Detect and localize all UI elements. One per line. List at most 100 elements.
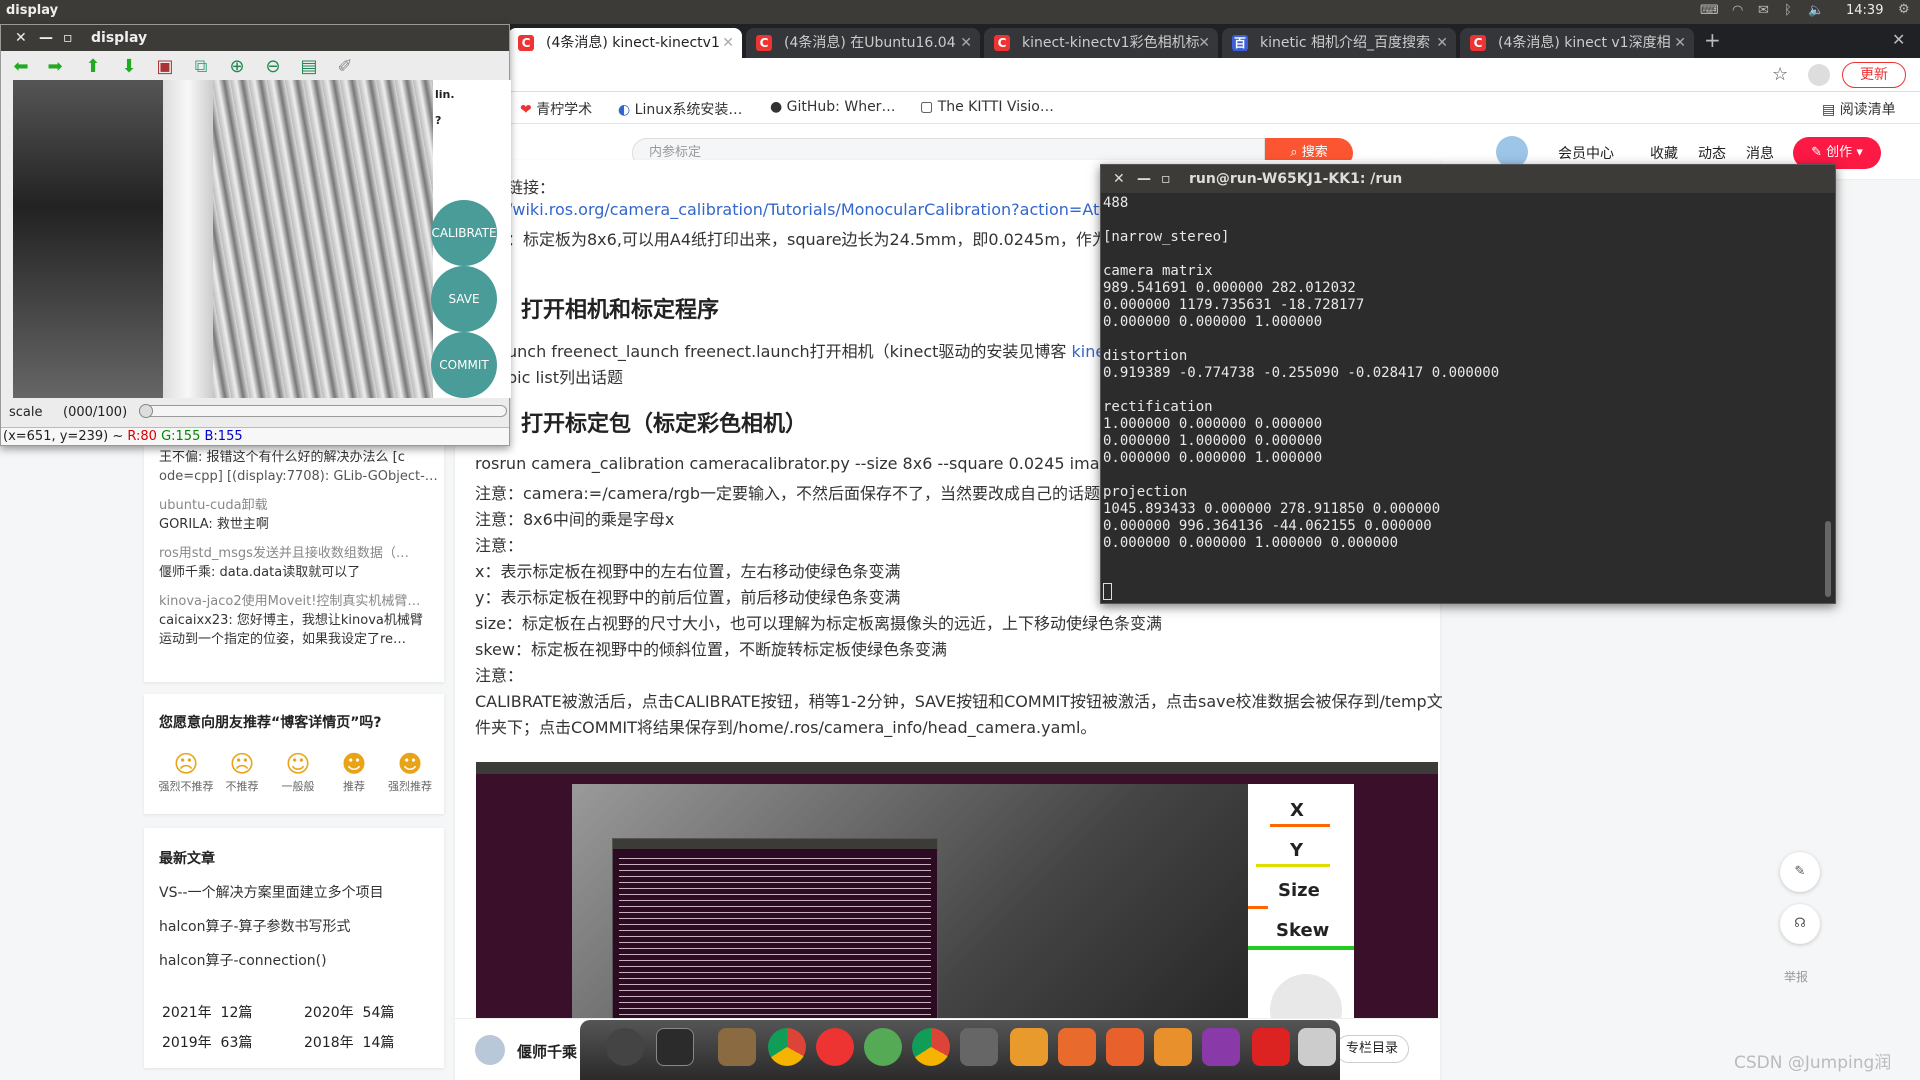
latest-article-link[interactable]: VS--一个解决方案里面建立多个项目 [159,882,384,902]
close-icon[interactable]: ✕ [1198,28,1210,58]
tray-keyboard-icon[interactable]: ⌨ [1700,3,1719,18]
archive-item[interactable]: 2020年 54篇 [304,1002,394,1022]
image-icon[interactable]: ▣ [153,55,177,79]
comment-article[interactable]: ubuntu-cuda卸载 [159,496,439,515]
tray-clock[interactable]: 14:39 [1846,3,1883,18]
tray-volume-icon[interactable]: 🔈 [1808,3,1824,18]
properties-icon[interactable]: ✐ [333,55,357,79]
bookmark-item[interactable]: ◐ Linux系统安装… [618,99,742,119]
rating-option[interactable]: ☻ 强烈推荐 [382,750,438,794]
nav-vip[interactable]: 会员中心 [1558,143,1614,163]
close-icon[interactable]: ✕ [960,28,972,58]
files-app-icon[interactable] [718,1028,756,1066]
comment-text[interactable]: 王不偏: 报错这个有什么好的解决办法么 [c [159,448,439,467]
author-name[interactable]: 偃师千乘 [517,1041,577,1062]
comment-article[interactable]: ros用std_msgs发送并且接收数组数据（… [159,544,439,563]
nav-favorites[interactable]: 收藏 [1650,143,1678,163]
save-disk-icon[interactable]: ▤ [297,55,321,79]
smile-face-icon: ☻ [341,750,367,778]
close-icon[interactable]: ✕ [1674,28,1686,58]
comment-text[interactable]: 偃师千乘: data.data读取就可以了 [159,563,439,582]
tray-wifi-icon[interactable]: ◠ [1732,3,1743,18]
toc-button[interactable]: 专栏目录 [1335,1035,1409,1063]
comment-article[interactable]: kinova-jaco2使用Moveit!控制真实机械臂… [159,592,439,611]
bookmark-item[interactable]: ● GitHub: Wher… [770,99,895,115]
rating-option[interactable]: ☹ 不推荐 [214,750,270,794]
update-app-icon[interactable] [864,1028,902,1066]
camera-image[interactable] [13,80,433,398]
close-icon[interactable]: ✕ [722,28,734,58]
comment-text[interactable]: GORILA: 救世主啊 [159,515,439,534]
maximize-icon[interactable]: ▫ [63,25,73,51]
document-app-icon[interactable] [1010,1028,1048,1066]
comment-text[interactable]: ode=cpp] [(display:7708): GLib-GObject-… [159,467,439,486]
minimize-icon[interactable]: — [39,25,53,51]
article-url-link[interactable]: /wiki.ros.org/camera_calibration/Tutoria… [507,200,1174,219]
headset-icon[interactable]: ☊ [1780,904,1820,944]
terminal-output[interactable]: 488 [narrow_stereo] camera matrix 989.54169… [1103,195,1823,552]
tray-mail-icon[interactable]: ✉ [1758,3,1769,18]
calibrate-button[interactable]: CALIBRATE [431,200,497,266]
commit-button[interactable]: COMMIT [431,332,497,398]
report-button[interactable]: 举报 [1784,968,1808,985]
bookmark-item[interactable]: ❤ 青柠学术 [520,99,592,119]
magnifier-app-icon[interactable] [960,1028,998,1066]
close-icon[interactable]: ✕ [1436,28,1448,58]
author-avatar[interactable] [475,1035,505,1065]
terminal-scrollbar[interactable] [1825,521,1831,597]
nav-activity[interactable]: 动态 [1698,143,1726,163]
chrome-app-icon-2[interactable] [912,1028,950,1066]
nav-messages[interactable]: 消息 [1746,143,1774,163]
arrow-left-icon[interactable]: ⬅ [9,55,33,79]
tab-5[interactable]: C (4条消息) kinect v1深度相 ✕ [1460,28,1694,58]
fit-window-icon[interactable]: ⧉ [189,55,213,79]
tab-3[interactable]: Ckinect-kinectv1彩色相机标 ✕ [984,28,1218,58]
bookmark-item[interactable]: ▢ The KITTI Visio… [920,99,1054,115]
archive-item[interactable]: 2021年 12篇 [162,1002,252,1022]
arrow-up-icon[interactable]: ⬆ [81,55,105,79]
power-icon[interactable] [1252,1028,1290,1066]
comment-text[interactable]: caicaixx23: 您好博主，我想让kinova机械臂 [159,611,439,630]
profile-avatar-icon[interactable] [1808,64,1830,86]
save-button[interactable]: SAVE [431,266,497,332]
close-window-icon[interactable]: ✕ [1892,30,1905,49]
recent-folder-icon[interactable] [1106,1028,1144,1066]
new-tab-plus-icon[interactable]: + [1704,28,1721,52]
tray-power-icon[interactable]: ⚙ [1898,2,1910,17]
archive-item[interactable]: 2019年 63篇 [162,1032,252,1052]
close-icon[interactable]: ✕ [1113,165,1125,193]
bookmark-star-icon[interactable]: ☆ [1772,64,1788,85]
zoom-out-icon[interactable]: ⊖ [261,55,285,79]
reading-list-button[interactable]: ▤ 阅读清单 [1822,99,1896,119]
media-app-icon[interactable] [1202,1028,1240,1066]
close-icon[interactable]: ✕ [15,25,27,51]
settings-app-icon[interactable] [606,1028,644,1066]
rating-option[interactable]: ☻ 推荐 [326,750,382,794]
update-button[interactable]: 更新 [1842,62,1906,88]
maximize-icon[interactable]: ▫ [1161,165,1171,193]
edit-icon[interactable]: ✎ [1780,852,1820,892]
chrome-app-icon[interactable] [768,1028,806,1066]
text-editor-icon[interactable] [1298,1028,1336,1066]
home-folder-icon[interactable] [1058,1028,1096,1066]
tab-2[interactable]: C (4条消息) 在Ubuntu16.04 ✕ [746,28,980,58]
downloads-folder-icon[interactable] [1154,1028,1192,1066]
comment-text[interactable]: 运动到一个指定的位姿，如果我设定了re… [159,630,439,649]
slider-handle[interactable] [139,404,153,418]
terminal-app-icon[interactable] [656,1028,694,1066]
scale-slider[interactable] [139,404,507,418]
tab-1[interactable]: C (4条消息) kinect-kinectv1 ✕ [508,28,742,58]
netease-music-icon[interactable] [816,1028,854,1066]
arrow-right-icon[interactable]: ➡ [43,55,67,79]
latest-article-link[interactable]: halcon算子-算子参数书写形式 [159,916,351,936]
minimize-icon[interactable]: — [1137,165,1151,193]
csdn-favicon-icon: C [994,35,1010,51]
rating-option[interactable]: ☹ 强烈不推荐 [158,750,214,794]
tab-4[interactable]: 百 kinetic 相机介绍_百度搜索 ✕ [1222,28,1456,58]
latest-article-link[interactable]: halcon算子-connection() [159,950,327,970]
rating-option[interactable]: ☺ 一般般 [270,750,326,794]
tray-bluetooth-icon[interactable]: ᛒ [1784,3,1792,18]
archive-item[interactable]: 2018年 14篇 [304,1032,394,1052]
zoom-in-icon[interactable]: ⊕ [225,55,249,79]
arrow-down-icon[interactable]: ⬇ [117,55,141,79]
